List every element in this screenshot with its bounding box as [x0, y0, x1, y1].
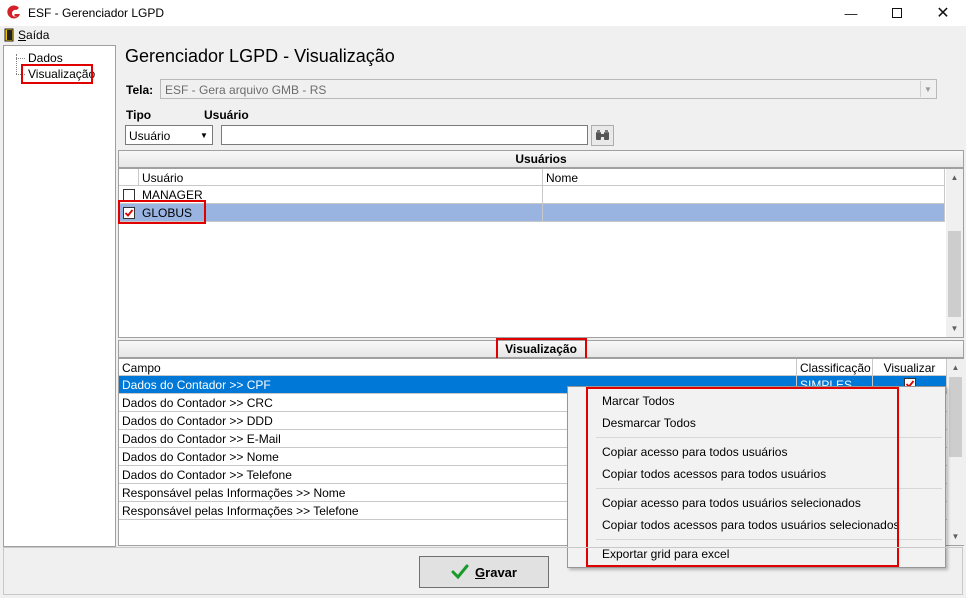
close-icon: ✕ — [936, 5, 950, 22]
maximize-icon — [892, 8, 902, 18]
navigation-tree: Dados Visualização — [3, 45, 116, 547]
close-button[interactable]: ✕ — [920, 0, 966, 26]
tree-connector — [16, 54, 17, 74]
tela-select[interactable]: ESF - Gera arquivo GMB - RS ▼ — [160, 79, 937, 99]
checkmark-icon — [451, 564, 469, 580]
tipo-label: Tipo — [126, 108, 152, 122]
app-logo-icon — [7, 5, 20, 19]
highlight-box — [118, 200, 206, 224]
scroll-thumb[interactable] — [948, 231, 961, 317]
column-header-campo[interactable]: Campo — [119, 359, 797, 376]
minimize-button[interactable]: — — [828, 0, 874, 26]
scroll-down-icon[interactable]: ▼ — [947, 528, 964, 545]
users-scrollbar[interactable]: ▲ ▼ — [946, 169, 963, 337]
tela-label: Tela: — [126, 83, 154, 97]
column-header-usuario[interactable]: Usuário — [139, 169, 543, 186]
cell-nome — [543, 186, 945, 203]
tree-item-dados[interactable]: Dados — [26, 51, 65, 65]
scroll-down-icon[interactable]: ▼ — [946, 320, 963, 337]
menu-bar: Saída — [0, 26, 966, 45]
menu-exit[interactable]: Saída — [4, 28, 49, 42]
users-grid: Usuário Nome MANAGER GLOBUS ▲ ▼ — [118, 168, 964, 338]
minimize-icon: — — [844, 5, 858, 21]
usuario-input[interactable] — [221, 125, 588, 145]
page-title: Gerenciador LGPD - Visualização — [125, 46, 395, 66]
tree-connector — [16, 58, 25, 59]
column-header-classificacao[interactable]: Classificação — [797, 359, 873, 376]
title-bar: ESF - Gerenciador LGPD — ✕ — [0, 0, 966, 26]
search-button[interactable] — [591, 125, 614, 146]
usuario-label: Usuário — [204, 108, 249, 122]
table-row[interactable]: GLOBUS — [119, 204, 945, 222]
chevron-down-icon[interactable]: ▼ — [920, 81, 935, 97]
scroll-thumb[interactable] — [949, 377, 962, 457]
table-row[interactable]: MANAGER — [119, 186, 945, 204]
chevron-down-icon[interactable]: ▼ — [196, 126, 212, 144]
highlight-box — [21, 64, 93, 84]
scroll-up-icon[interactable]: ▲ — [946, 169, 963, 186]
door-exit-icon — [4, 28, 14, 42]
column-header-nome[interactable]: Nome — [543, 169, 945, 186]
column-header-visualizar[interactable]: Visualizar — [873, 359, 947, 376]
cell-nome — [543, 204, 945, 221]
view-scrollbar[interactable]: ▲ ▼ — [947, 359, 964, 545]
tipo-select[interactable]: Usuário ▼ — [125, 125, 213, 145]
scroll-up-icon[interactable]: ▲ — [947, 359, 964, 376]
column-header-check — [119, 169, 139, 186]
binoculars-icon — [596, 130, 609, 140]
maximize-button[interactable] — [874, 0, 920, 26]
save-label: Gravar — [475, 564, 517, 580]
users-panel-title: Usuários — [118, 150, 964, 168]
tipo-value: Usuário — [129, 129, 171, 143]
menu-exit-label: Saída — [18, 28, 50, 42]
tela-value: ESF - Gera arquivo GMB - RS — [165, 83, 327, 97]
window-title: ESF - Gerenciador LGPD — [28, 6, 165, 20]
save-button[interactable]: Gravar — [419, 556, 549, 588]
highlight-box — [586, 387, 899, 567]
